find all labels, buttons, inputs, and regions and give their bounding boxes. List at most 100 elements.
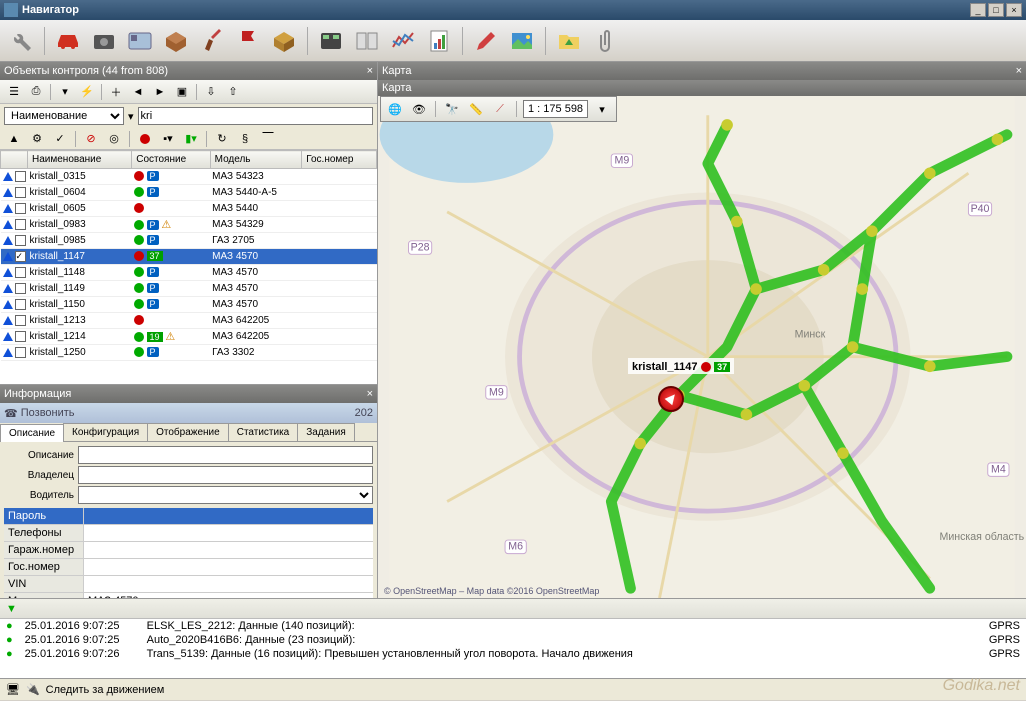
gear-small-icon[interactable]: ⚙ xyxy=(27,129,47,149)
table-row[interactable]: kristall_1148 PМАЗ 4570 xyxy=(1,265,377,281)
table-row[interactable]: kristall_0985 PГАЗ 2705 xyxy=(1,233,377,249)
right-icon[interactable]: ► xyxy=(150,82,170,102)
image-icon[interactable] xyxy=(505,24,539,58)
map-tab-header: Карта× xyxy=(378,62,1026,80)
print-icon[interactable]: ⎙ xyxy=(26,82,46,102)
input-desc[interactable] xyxy=(78,446,373,464)
main-toolbar xyxy=(0,20,1026,62)
svg-text:M9: M9 xyxy=(489,386,504,398)
chart-icon[interactable] xyxy=(386,24,420,58)
card-icon[interactable] xyxy=(123,24,157,58)
flag-icon[interactable] xyxy=(231,24,265,58)
car-icon[interactable] xyxy=(51,24,85,58)
meter-icon[interactable] xyxy=(314,24,348,58)
plus-icon[interactable]: ＋ xyxy=(106,82,126,102)
scale-dropdown-icon[interactable]: ▾ xyxy=(592,99,612,119)
tab-desc[interactable]: Описание xyxy=(0,424,64,442)
route-icon[interactable]: § xyxy=(235,129,255,149)
square-icon[interactable]: ▪▾ xyxy=(158,129,178,149)
box-icon[interactable] xyxy=(159,24,193,58)
import-icon[interactable]: ⇩ xyxy=(201,82,221,102)
log-row[interactable]: ●25.01.2016 9:07:25Auto_2020B416B6: Данн… xyxy=(0,633,1026,647)
col-name[interactable]: Наименование xyxy=(28,151,132,169)
table-row[interactable]: kristall_0605 МАЗ 5440 xyxy=(1,201,377,217)
col-model[interactable]: Модель xyxy=(210,151,302,169)
tab-conf[interactable]: Конфигурация xyxy=(63,423,148,441)
col-gos[interactable]: Гос.номер xyxy=(302,151,377,169)
maximize-button[interactable]: □ xyxy=(988,3,1004,17)
tab-task[interactable]: Задания xyxy=(297,423,355,441)
svg-text:M6: M6 xyxy=(508,541,523,553)
tab-stat[interactable]: Статистика xyxy=(228,423,299,441)
log-body[interactable]: ●25.01.2016 9:07:25ELSK_LES_2212: Данные… xyxy=(0,619,1026,678)
stop-icon[interactable]: ⊘ xyxy=(81,129,101,149)
kv-phones: Телефоны xyxy=(4,525,84,541)
log-toolbar: ▼ xyxy=(0,599,1026,619)
minimize-button[interactable]: _ xyxy=(970,3,986,17)
map-marker[interactable]: kristall_1147 37 xyxy=(658,386,684,412)
funnel-icon[interactable]: ▼ xyxy=(6,603,17,615)
camera-icon[interactable] xyxy=(87,24,121,58)
info-panel-close-icon[interactable]: × xyxy=(367,388,373,400)
table-row[interactable]: kristall_1214 19 ⚠МАЗ 642205 xyxy=(1,329,377,345)
export-icon[interactable]: ⇧ xyxy=(223,82,243,102)
globe-icon[interactable]: 🌐 xyxy=(385,99,405,119)
report-icon[interactable] xyxy=(422,24,456,58)
clip-icon[interactable] xyxy=(588,24,622,58)
col-state[interactable]: Состояние xyxy=(132,151,210,169)
log-row[interactable]: ●25.01.2016 9:07:25ELSK_LES_2212: Данные… xyxy=(0,619,1026,633)
tab-disp[interactable]: Отображение xyxy=(147,423,229,441)
table-row[interactable]: kristall_0315 PМАЗ 54323 xyxy=(1,169,377,185)
left-icon[interactable]: ◄ xyxy=(128,82,148,102)
map-tab-close-icon[interactable]: × xyxy=(1016,65,1022,77)
list-icon[interactable]: ☰ xyxy=(4,82,24,102)
filter-dropdown-icon[interactable]: ▾ xyxy=(128,110,134,123)
table-row[interactable]: kristall_0983 P ⚠МАЗ 54329 xyxy=(1,217,377,233)
svg-text:Минск: Минск xyxy=(795,328,826,340)
dot-red-icon[interactable] xyxy=(135,129,155,149)
panel-close-icon[interactable]: × xyxy=(367,65,373,77)
svg-text:P40: P40 xyxy=(971,203,990,215)
binoculars-icon[interactable]: 🔭 xyxy=(442,99,462,119)
package-icon[interactable] xyxy=(267,24,301,58)
bolt-icon[interactable]: ⚡ xyxy=(77,82,97,102)
select-driver[interactable] xyxy=(78,486,373,504)
pencil-icon[interactable] xyxy=(469,24,503,58)
filter-icon[interactable]: ▾ xyxy=(55,82,75,102)
target-icon[interactable]: ◎ xyxy=(104,129,124,149)
map-canvas[interactable]: P28 M9 P40 M4 M9 M6 Минск Минская област… xyxy=(378,96,1026,598)
status-follow[interactable]: Следить за движением xyxy=(46,684,165,696)
tri-icon[interactable]: ▲ xyxy=(4,129,24,149)
check-icon[interactable]: ✓ xyxy=(50,129,70,149)
brush-icon[interactable] xyxy=(195,24,229,58)
folder-icon[interactable] xyxy=(552,24,586,58)
greensquare-icon[interactable]: ▮▾ xyxy=(181,129,201,149)
eye-icon[interactable]: 👁 xyxy=(409,99,429,119)
objects-panel-header: Объекты контроля (44 from 808) × xyxy=(0,62,377,80)
polyline-icon[interactable]: ⟋ xyxy=(490,99,510,119)
map-inner-header: Карта xyxy=(378,80,1026,96)
phone-icon[interactable]: ☎ xyxy=(4,407,18,420)
filter-field-select[interactable]: Наименование xyxy=(4,107,124,125)
input-owner[interactable] xyxy=(78,466,373,484)
end-icon[interactable]: ▣ xyxy=(172,82,192,102)
map-scale[interactable]: 1 : 175 598 xyxy=(523,100,588,118)
book-icon[interactable] xyxy=(350,24,384,58)
wrench-icon[interactable] xyxy=(4,24,38,58)
log-row[interactable]: ●25.01.2016 9:07:26Trans_5139: Данные (1… xyxy=(0,647,1026,661)
call-label[interactable]: Позвонить xyxy=(21,407,75,419)
table-row[interactable]: kristall_1150 PМАЗ 4570 xyxy=(1,297,377,313)
table-row[interactable]: kristall_1149 PМАЗ 4570 xyxy=(1,281,377,297)
table-row[interactable]: kristall_1213 МАЗ 642205 xyxy=(1,313,377,329)
marker-pin-icon xyxy=(658,386,684,412)
objects-table[interactable]: Наименование Состояние Модель Гос.номер … xyxy=(0,150,377,384)
info-count: 202 xyxy=(355,407,373,419)
filter-input[interactable] xyxy=(138,107,373,125)
table-row[interactable]: kristall_0604 PМАЗ 5440-А-5 xyxy=(1,185,377,201)
ruler-icon[interactable]: 📏 xyxy=(466,99,486,119)
table-row[interactable]: kristall_1250 PГАЗ 3302 xyxy=(1,345,377,361)
options-icon[interactable]: ⎺ xyxy=(258,129,278,149)
close-button[interactable]: × xyxy=(1006,3,1022,17)
refresh-icon[interactable]: ↻ xyxy=(212,129,232,149)
table-row[interactable]: kristall_1147 37МАЗ 4570 xyxy=(1,249,377,265)
